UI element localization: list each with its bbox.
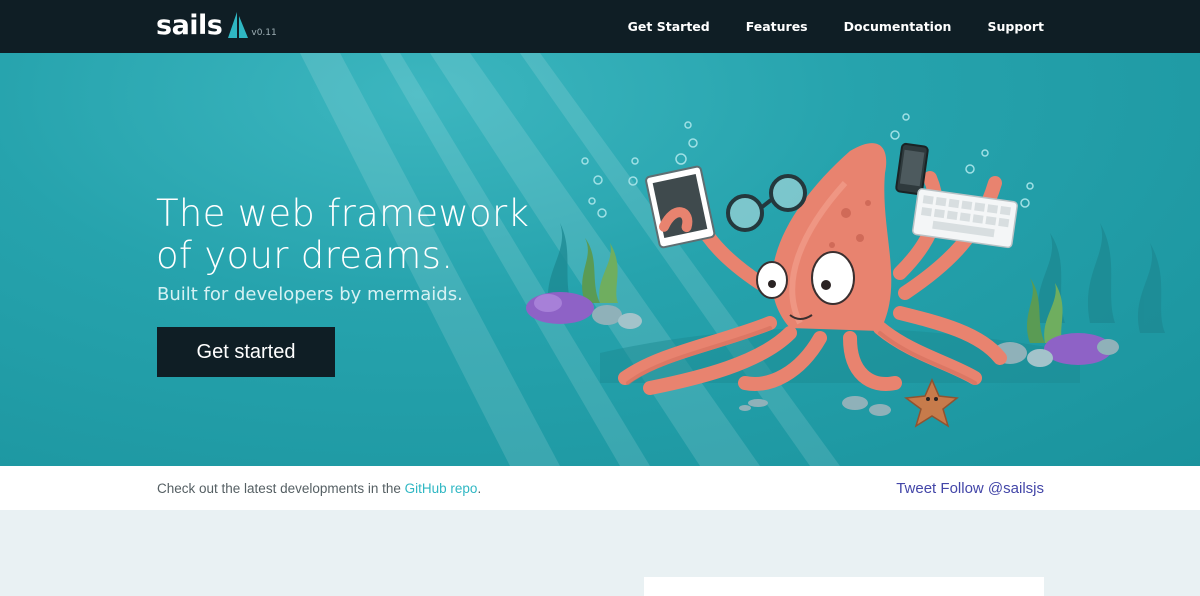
lower-section xyxy=(0,510,1200,596)
github-repo-link[interactable]: GitHub repo xyxy=(405,481,478,496)
hero-tagline: Built for developers by mermaids. xyxy=(157,284,463,305)
get-started-button[interactable]: Get started xyxy=(157,327,335,377)
headline-line-1: The web framework xyxy=(156,192,530,235)
starfish-icon xyxy=(903,378,959,428)
tweet-button[interactable]: Tweet xyxy=(896,480,936,497)
notice-period: . xyxy=(477,481,482,496)
nav-support[interactable]: Support xyxy=(987,19,1044,34)
sail-logo-icon xyxy=(228,12,249,38)
social-buttons: Tweet Follow @sailsjs xyxy=(896,480,1044,497)
version-label: v0.11 xyxy=(251,28,277,38)
phone-icon xyxy=(895,142,929,196)
top-navbar: sails v0.11 Get Started Features Documen… xyxy=(0,0,1200,53)
hero-section: The web framework of your dreams. Built … xyxy=(0,53,1200,466)
floor-rocks xyxy=(739,396,891,416)
github-notice: Check out the latest developments in the… xyxy=(157,481,481,496)
follow-sailsjs-button[interactable]: Follow @sailsjs xyxy=(940,480,1044,497)
nav-get-started[interactable]: Get Started xyxy=(628,19,710,34)
logo-wordmark: sails xyxy=(156,10,223,41)
content-card xyxy=(644,577,1044,596)
hero-headline: The web framework of your dreams. xyxy=(156,193,576,277)
sails-logo[interactable]: sails v0.11 xyxy=(156,8,277,44)
info-strip: Check out the latest developments in the… xyxy=(0,466,1200,510)
notice-text: Check out the latest developments in the xyxy=(157,481,405,496)
headline-line-2: of your dreams. xyxy=(156,234,454,277)
nav-links: Get Started Features Documentation Suppo… xyxy=(592,0,1044,53)
nav-features[interactable]: Features xyxy=(746,19,808,34)
nav-documentation[interactable]: Documentation xyxy=(844,19,952,34)
